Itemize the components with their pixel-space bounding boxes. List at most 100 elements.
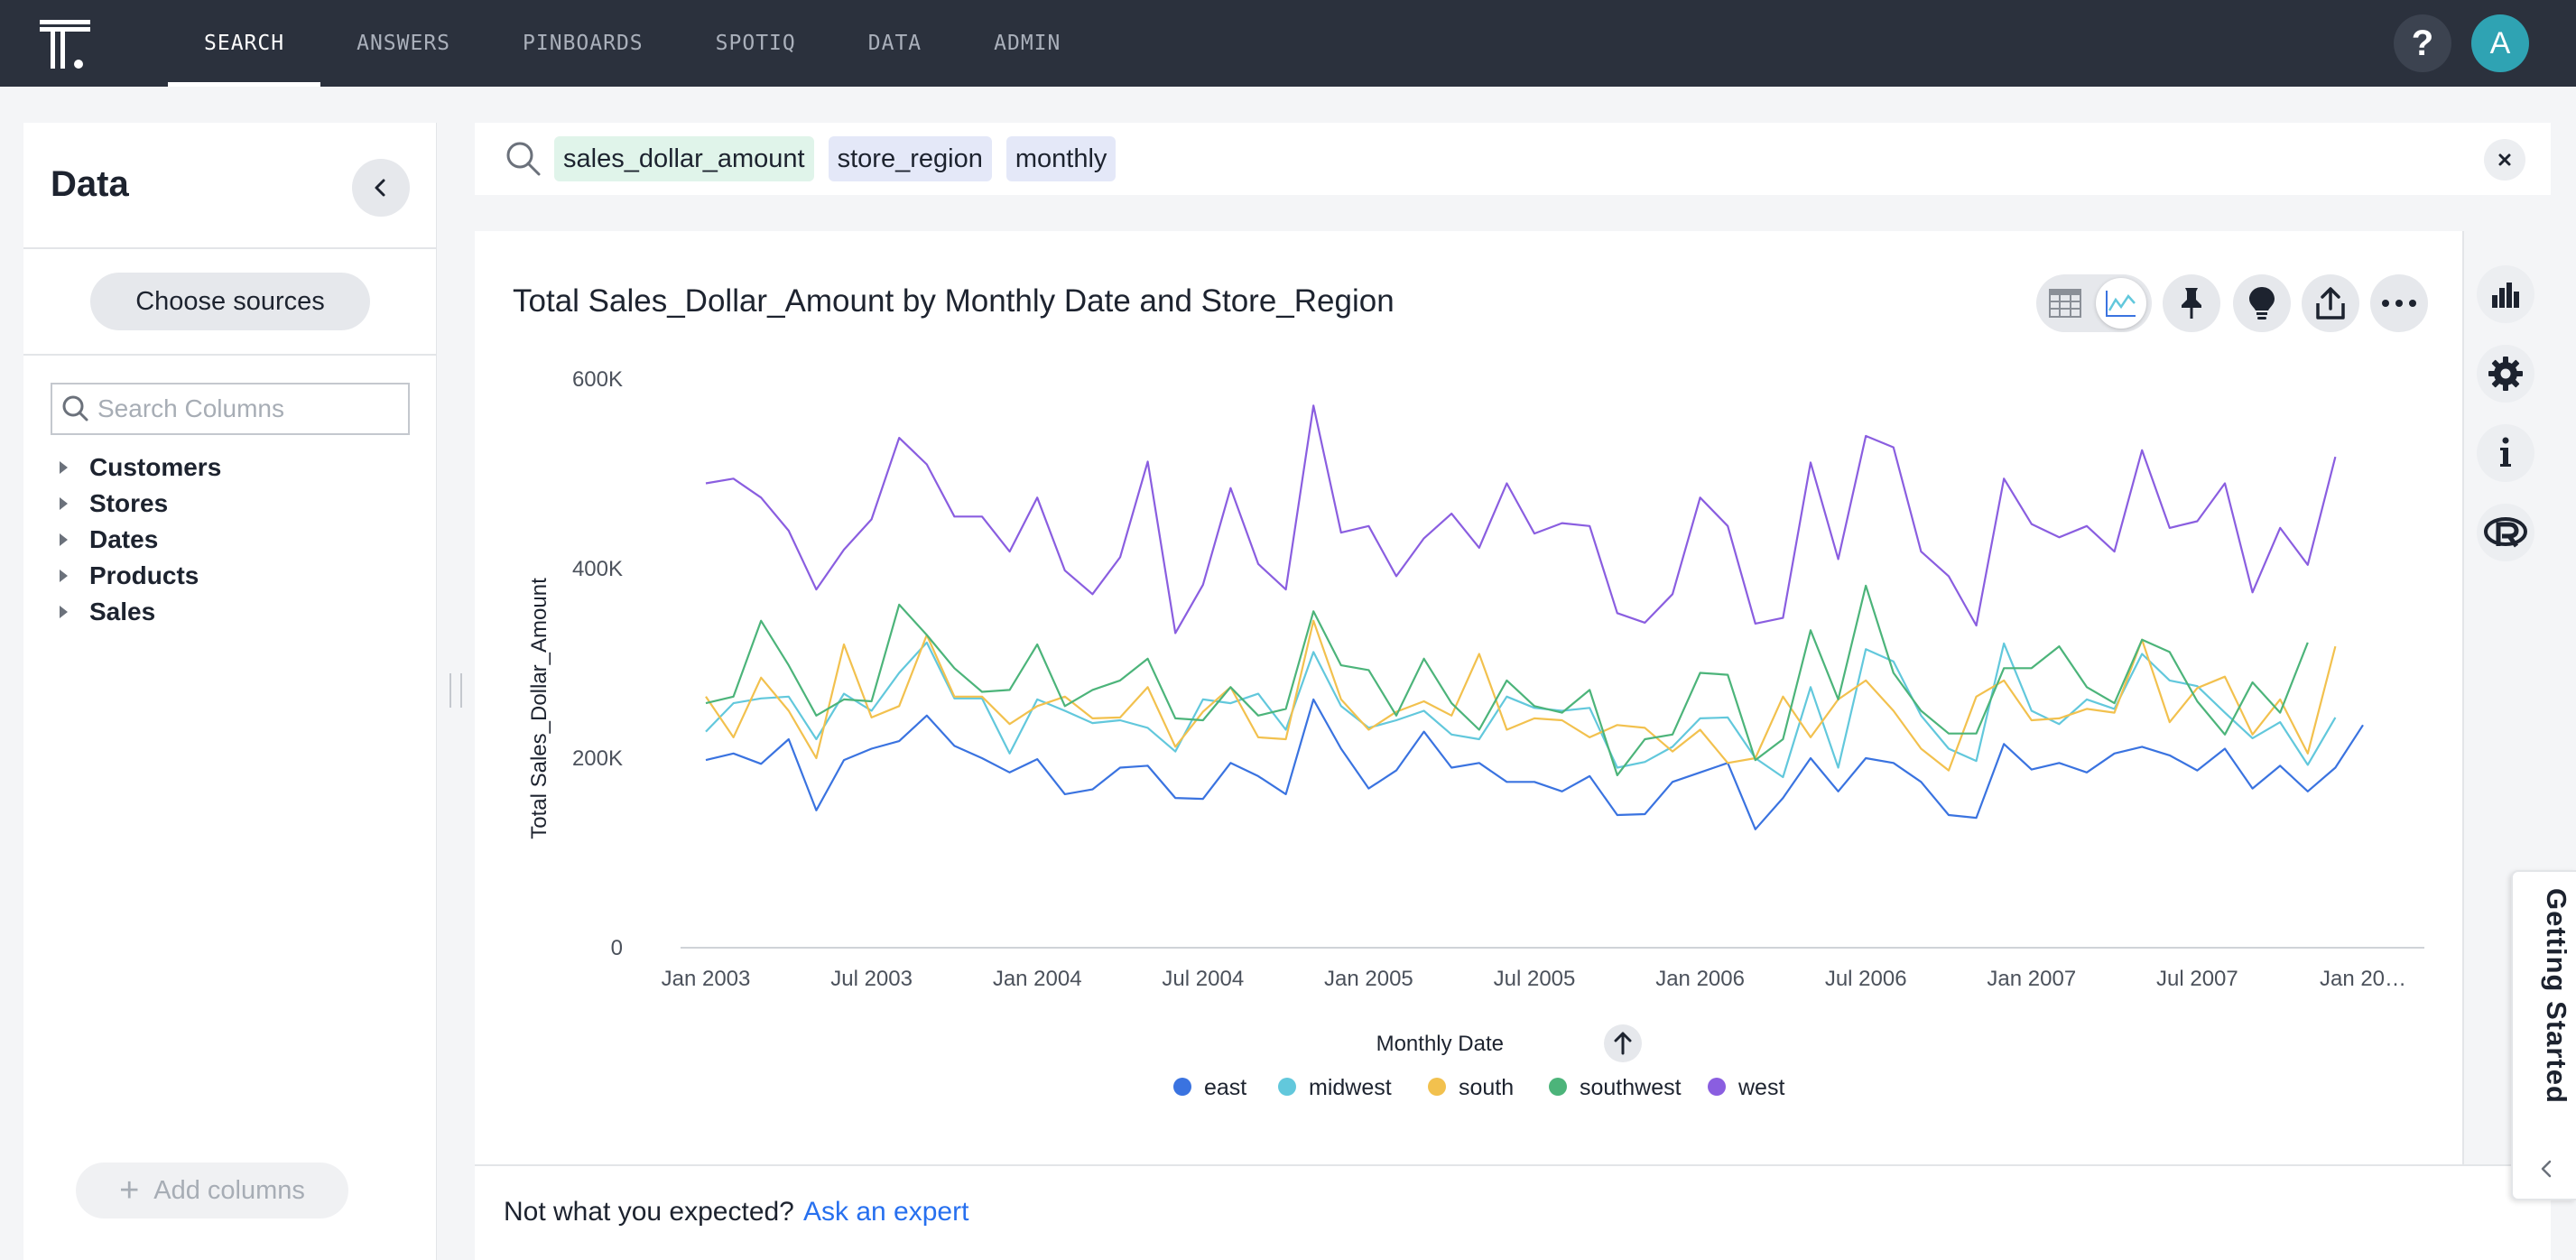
share-button[interactable] [2302, 274, 2359, 332]
plus-icon: + [119, 1171, 140, 1209]
getting-started-label: Getting Started [2541, 888, 2572, 1104]
configure-button[interactable] [2477, 345, 2534, 403]
search-icon [506, 142, 541, 176]
nav-answers[interactable]: ANSWERS [320, 0, 486, 87]
thoughtspot-logo[interactable] [36, 16, 94, 72]
search-token-attribute[interactable]: store_region [828, 136, 992, 181]
tree-item-sales[interactable]: Sales [60, 594, 221, 630]
help-button[interactable]: ? [2394, 14, 2451, 72]
data-panel: Data Choose sources Customers Stores Dat… [23, 123, 437, 1260]
more-options-button[interactable] [2370, 274, 2428, 332]
spotiq-insights-button[interactable] [2233, 274, 2291, 332]
legend-swatch-midwest [1278, 1078, 1296, 1096]
y-tick-label: 0 [611, 936, 623, 960]
getting-started-tab[interactable]: Getting Started [2511, 870, 2576, 1200]
caret-right-icon [60, 570, 68, 582]
x-tick-label: Jul 2004 [1162, 967, 1244, 991]
tree-item-products[interactable]: Products [60, 558, 221, 594]
line-chart: 0 200K 400K 600K Jan 2003 Jul 2003 Jan 2004 Jul… [527, 367, 2424, 1100]
table-view-button[interactable] [2040, 278, 2090, 329]
search-bar[interactable]: sales_dollar_amount store_region monthly [475, 123, 2551, 195]
answer-card: Total Sales_Dollar_Amount by Monthly Dat… [475, 231, 2462, 1260]
tree-item-stores[interactable]: Stores [60, 486, 221, 522]
legend-label-south: south [1459, 1075, 1514, 1100]
legend-swatch-south [1428, 1078, 1446, 1096]
more-icon [2382, 300, 2416, 307]
legend-swatch-southwest [1549, 1078, 1567, 1096]
chart-title: Total Sales_Dollar_Amount by Monthly Dat… [513, 283, 1395, 319]
table-icon [2049, 289, 2081, 318]
feedback-bar: Not what you expected? Ask an expert [475, 1164, 2551, 1260]
tree-item-customers[interactable]: Customers [60, 449, 221, 486]
caret-right-icon [60, 606, 68, 618]
search-columns-field[interactable] [51, 383, 410, 435]
search-token-measure[interactable]: sales_dollar_amount [554, 136, 814, 181]
chevron-left-icon [2541, 1160, 2552, 1178]
caret-right-icon [60, 497, 68, 510]
nav-admin[interactable]: ADMIN [958, 0, 1097, 87]
ask-expert-link[interactable]: Ask an expert [803, 1197, 968, 1228]
pin-icon [2182, 288, 2201, 319]
x-tick-label: Jul 2005 [1494, 967, 1576, 991]
info-button[interactable] [2477, 424, 2534, 482]
panel-resize-handle[interactable] [449, 673, 462, 708]
tree-item-dates[interactable]: Dates [60, 522, 221, 558]
chart-type-button[interactable] [2477, 265, 2534, 323]
line-chart-icon [2106, 291, 2136, 317]
nav-data[interactable]: DATA [832, 0, 958, 87]
x-tick-label: Jul 2003 [830, 967, 913, 991]
tree-label: Sales [89, 598, 156, 625]
x-tick-label: Jan 2005 [1324, 967, 1413, 991]
close-icon [2498, 153, 2511, 166]
y-tick-label: 400K [572, 557, 623, 581]
add-columns-label: Add columns [153, 1175, 305, 1205]
x-axis-label: Monthly Date [1376, 1032, 1504, 1056]
x-tick-label: Jan 20… [2320, 967, 2406, 991]
tree-label: Stores [89, 489, 169, 517]
chart-view-button[interactable] [2096, 278, 2146, 329]
r-analysis-button[interactable] [2477, 504, 2534, 561]
clear-search-button[interactable] [2484, 139, 2525, 181]
viz-toggle[interactable] [2036, 274, 2152, 332]
chevron-left-icon [375, 179, 385, 197]
x-tick-label: Jan 2004 [993, 967, 1082, 991]
x-tick-label: Jul 2006 [1825, 967, 1907, 991]
legend-label-southwest: southwest [1580, 1075, 1682, 1100]
caret-right-icon [60, 461, 68, 474]
y-tick-label: 600K [572, 367, 623, 392]
tree-label: Customers [89, 453, 222, 481]
legend-label-west: west [1737, 1075, 1784, 1100]
nav-spotiq[interactable]: SPOTIQ [680, 0, 832, 87]
pin-button[interactable] [2163, 274, 2220, 332]
column-tree: Customers Stores Dates Products Sales [60, 449, 221, 630]
legend-swatch-east [1173, 1078, 1191, 1096]
y-tick-label: 200K [572, 746, 623, 771]
y-axis-label: Total Sales_Dollar_Amount [527, 578, 551, 839]
x-tick-label: Jan 2007 [1987, 967, 2076, 991]
x-tick-label: Jul 2007 [2156, 967, 2238, 991]
tree-label: Dates [89, 525, 159, 553]
search-columns-input[interactable] [97, 394, 404, 423]
add-columns-button[interactable]: + Add columns [76, 1163, 348, 1218]
legend-label-midwest: midwest [1309, 1075, 1392, 1100]
x-tick-label: Jan 2006 [1655, 967, 1745, 991]
avatar[interactable]: A [2471, 14, 2529, 72]
info-icon [2500, 437, 2511, 467]
legend-label-east: east [1204, 1075, 1246, 1100]
divider [23, 247, 437, 249]
share-icon [2316, 287, 2345, 320]
collapse-panel-button[interactable] [352, 159, 410, 217]
nav-pinboards[interactable]: PINBOARDS [486, 0, 680, 87]
search-token-attribute[interactable]: monthly [1005, 136, 1117, 181]
tree-label: Products [89, 561, 199, 589]
top-nav: SEARCH ANSWERS PINBOARDS SPOTIQ DATA ADM… [0, 0, 2576, 87]
gear-icon [2488, 357, 2523, 391]
x-tick-label: Jan 2003 [662, 967, 751, 991]
caret-right-icon [60, 533, 68, 546]
feedback-prompt: Not what you expected? [504, 1197, 794, 1227]
choose-sources-button[interactable]: Choose sources [90, 273, 370, 330]
series-line-south [705, 619, 2337, 772]
r-analysis-icon [2484, 517, 2527, 548]
nav-search[interactable]: SEARCH [168, 0, 321, 87]
main-nav: SEARCH ANSWERS PINBOARDS SPOTIQ DATA ADM… [168, 0, 1097, 87]
